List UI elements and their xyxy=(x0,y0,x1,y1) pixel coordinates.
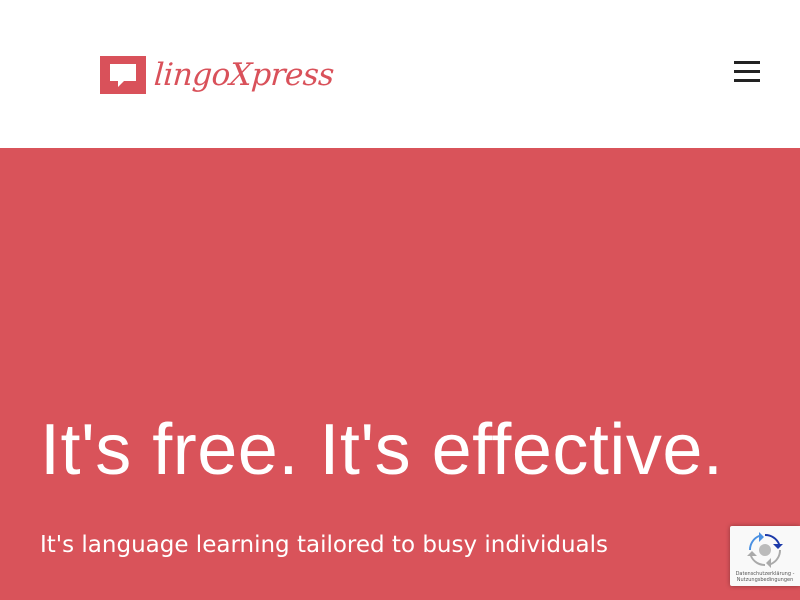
menu-bar xyxy=(734,78,760,82)
logo-text: lingoXpress xyxy=(152,56,335,93)
menu-bar xyxy=(734,60,760,64)
menu-bar xyxy=(734,69,760,73)
hero-section: It's free. It's effective. It's language… xyxy=(0,148,800,600)
recaptcha-badge[interactable]: Datenschutzerklärung - Nutzungsbedingung… xyxy=(730,526,800,586)
logo-link[interactable]: lingoXpress xyxy=(100,48,335,102)
terms-link[interactable]: Nutzungsbedingungen xyxy=(731,577,799,583)
hero-title: It's free. It's effective. xyxy=(40,410,724,490)
recaptcha-icon xyxy=(747,532,783,568)
speech-bubble-logo-icon xyxy=(100,54,146,96)
page: lingoXpress It's free. It's effective. I… xyxy=(0,0,800,600)
hamburger-menu-icon[interactable] xyxy=(730,55,764,87)
recaptcha-links: Datenschutzerklärung - Nutzungsbedingung… xyxy=(731,571,799,583)
site-header: lingoXpress xyxy=(0,0,800,148)
hero-subtitle: It's language learning tailored to busy … xyxy=(40,532,609,558)
